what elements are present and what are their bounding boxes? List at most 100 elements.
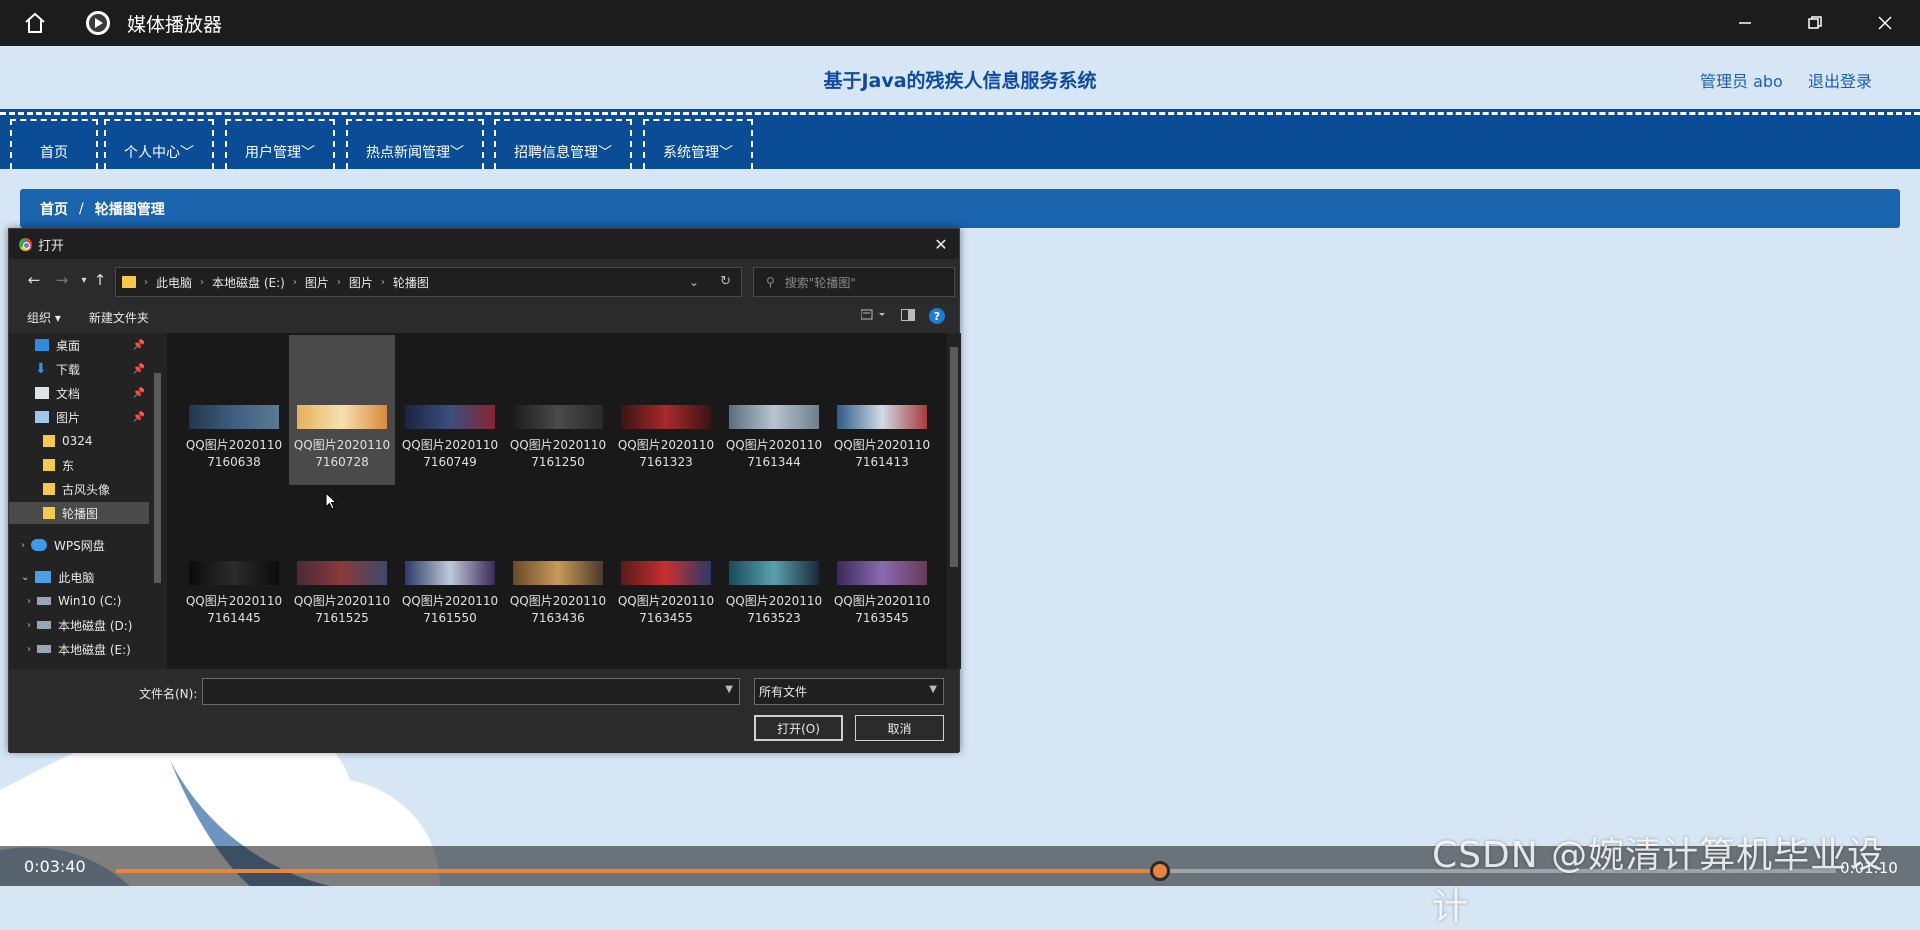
file-thumbnail [189,561,279,585]
file-item-selected[interactable]: QQ图片20201107160728 [289,335,395,485]
nav-item-system[interactable]: 系统管理 ﹀ [643,119,753,169]
close-button[interactable] [1850,0,1920,46]
chevron-down-icon[interactable]: ⌄ [689,275,699,289]
file-item[interactable]: QQ图片20201107163545 [829,491,935,641]
drive-icon [37,645,51,653]
nav-pane-item[interactable]: › 本地磁盘 (D:) [9,614,149,636]
path-segment[interactable]: 图片 [305,274,329,291]
breadcrumb-separator: / [79,200,84,217]
path-segment[interactable]: 本地磁盘 (E:) [212,274,285,291]
nav-pane-item[interactable]: ⌄ 此电脑 [9,566,149,588]
navigation-pane: 桌面 📌 ⬇ 下载 📌 文档 📌 图片 📌 0324 东 古风头像 轮播图 › WPS网盘 … [9,333,167,669]
file-thumbnail [513,561,603,585]
nav-pane-item[interactable]: 古风头像 [9,478,149,500]
dialog-title: 打开 [38,238,65,254]
computer-icon [35,571,52,583]
chevron-right-icon: › [27,595,31,607]
nav-item-profile[interactable]: 个人中心 ﹀ [104,119,214,169]
minimize-button[interactable] [1710,0,1780,46]
file-thumbnail [405,561,495,585]
dialog-footer: 文件名(N): ▼ 所有文件 ▼ 打开(O) 取消 [9,669,959,753]
address-bar[interactable]: › 此电脑 › 本地磁盘 (E:) › 图片 › 图片 › 轮播图 ⌄ ↻ [115,267,742,297]
document-icon [35,387,49,399]
site-title: 基于Java的残疾人信息服务系统 [823,70,1097,92]
nav-pane-item[interactable]: › WPS网盘 [9,534,149,556]
file-item[interactable]: QQ图片20201107161323 [613,335,719,485]
file-item[interactable]: QQ图片20201107161445 [181,491,287,641]
help-icon[interactable]: ? [929,308,945,324]
nav-pane-item[interactable]: 桌面 📌 [9,334,149,356]
up-arrow-icon[interactable]: ↑ [89,269,111,291]
file-item[interactable]: QQ图片20201107163436 [505,491,611,641]
nav-pane-item[interactable]: 0324 [9,430,149,452]
folder-icon [43,459,55,471]
forward-arrow-icon[interactable]: → [51,269,73,291]
seek-bar-fill [116,869,1161,873]
restore-button[interactable] [1780,0,1850,46]
refresh-icon[interactable]: ↻ [720,274,731,289]
filename-input[interactable]: ▼ [202,678,740,705]
file-item[interactable]: QQ图片20201107160749 [397,335,503,485]
file-item[interactable]: QQ图片20201107161550 [397,491,503,641]
drive-icon [37,597,51,605]
path-segment[interactable]: 图片 [349,274,373,291]
dialog-close-button[interactable]: ✕ [923,229,959,259]
breadcrumb-home[interactable]: 首页 [40,199,68,219]
nav-pane-item[interactable]: › Win10 (C:) [9,590,149,612]
scrollbar-thumb[interactable] [950,347,958,567]
search-icon: ⚲ [766,275,775,289]
nav-pane-scrollbar[interactable] [150,333,165,669]
file-item[interactable]: QQ图片20201107161525 [289,491,395,641]
mouse-cursor-icon [325,492,337,510]
filename-label: 文件名(N): [139,687,198,701]
file-thumbnail [297,405,387,429]
file-item[interactable]: QQ图片20201107161344 [721,335,827,485]
home-icon[interactable] [17,5,53,41]
scrollbar-thumb[interactable] [154,373,161,583]
path-segment[interactable]: 此电脑 [156,274,192,291]
player-titlebar: 媒体播放器 [0,0,1920,46]
search-box[interactable]: ⚲ 搜索"轮播图" [753,267,955,297]
nav-dash-border [0,112,1920,115]
organize-button[interactable]: 组织 ▾ [27,309,61,326]
file-item[interactable]: QQ图片20201107163455 [613,491,719,641]
file-item[interactable]: QQ图片20201107163523 [721,491,827,641]
nav-item-news[interactable]: 热点新闻管理 ﹀ [346,119,484,169]
folder-icon [43,483,55,495]
folder-icon [43,507,55,519]
path-segment[interactable]: 轮播图 [393,274,429,291]
back-arrow-icon[interactable]: ← [23,269,45,291]
cancel-button[interactable]: 取消 [855,715,944,741]
nav-pane-item[interactable]: 图片 📌 [9,406,149,428]
chevron-right-icon: › [27,643,31,655]
logout-link[interactable]: 退出登录 [1808,68,1872,92]
address-row: ← → ▾ ↑ › 此电脑 › 本地磁盘 (E:) › 图片 › 图片 › 轮播… [9,263,959,299]
file-item[interactable]: QQ图片20201107161250 [505,335,611,485]
pin-icon: 📌 [132,339,145,351]
nav-item-users[interactable]: 用户管理 ﹀ [225,119,335,169]
nav-pane-item[interactable]: 文档 📌 [9,382,149,404]
folder-icon [122,276,136,288]
media-player-icon [86,11,110,35]
seek-handle[interactable] [1150,861,1171,881]
nav-pane-item-selected[interactable]: 轮播图 [9,502,149,524]
nav-item-jobs[interactable]: 招聘信息管理 ﹀ [494,119,632,169]
filetype-select[interactable]: 所有文件 ▼ [754,678,944,705]
file-item[interactable]: QQ图片20201107161413 [829,335,935,485]
chevron-down-icon: ﹀ [719,145,733,161]
nav-pane-item[interactable]: › 本地磁盘 (E:) [9,638,149,660]
chevron-down-icon: ﹀ [180,145,194,161]
open-button[interactable]: 打开(O) [754,715,843,741]
chevron-down-icon: ﹀ [450,145,464,161]
breadcrumb-current: 轮播图管理 [94,201,165,218]
nav-pane-item[interactable]: 东 [9,454,149,476]
preview-pane-icon[interactable] [901,308,915,324]
file-list-scrollbar[interactable] [947,333,961,669]
file-item[interactable]: QQ图片20201107160638 [181,335,287,485]
new-folder-button[interactable]: 新建文件夹 [89,309,149,326]
nav-pane-item[interactable]: ⬇ 下载 📌 [9,358,149,380]
chevron-down-icon[interactable]: ▼ [725,684,733,695]
admin-user[interactable]: 管理员 abo [1700,68,1783,92]
view-options-icon[interactable] [860,309,887,324]
nav-item-home[interactable]: 首页 [10,119,98,169]
